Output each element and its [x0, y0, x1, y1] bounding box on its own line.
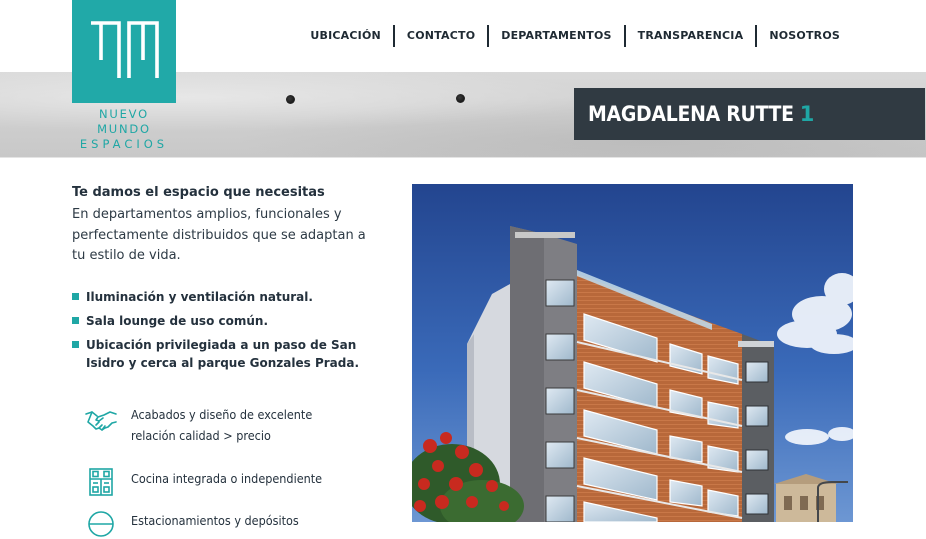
- feature-item: Sala lounge de uso común.: [72, 312, 382, 330]
- concrete-tie-hole: [456, 94, 465, 103]
- feature-text: Ubicación privilegiada a un paso de San …: [86, 338, 359, 370]
- nuevo-mundo-logo-icon: [91, 21, 159, 78]
- nav-nosotros[interactable]: NOSOTROS: [757, 25, 852, 47]
- parking-icon: [88, 511, 114, 537]
- amenity-item: Cocina integrada o independiente: [84, 467, 322, 497]
- project-title-banner: MAGDALENA RUTTE 1: [574, 88, 925, 140]
- feature-item: Ubicación privilegiada a un paso de San …: [72, 336, 382, 372]
- amenity-item: Acabados y diseño de excelente relación …: [84, 404, 312, 446]
- amenity-text-line2: relación calidad > precio: [131, 428, 271, 443]
- feature-item: Iluminación y ventilación natural.: [72, 288, 382, 306]
- building-render-illustration: [412, 184, 853, 522]
- nav-transparencia[interactable]: TRANSPARENCIA: [626, 25, 756, 47]
- kitchen-icon: [89, 468, 113, 496]
- brand-line2: ESPACIOS: [79, 137, 169, 151]
- feature-text: Sala lounge de uso común.: [86, 314, 268, 328]
- feature-text: Iluminación y ventilación natural.: [86, 290, 313, 304]
- project-name: MAGDALENA RUTTE: [588, 102, 794, 126]
- handshake-icon: [85, 411, 117, 431]
- project-number: 1: [799, 102, 815, 126]
- amenity-text-line1: Estacionamientos y depósitos: [131, 513, 299, 528]
- nav-departamentos[interactable]: DEPARTAMENTOS: [489, 25, 623, 47]
- bullet-square-icon: [72, 293, 79, 300]
- nav-contacto[interactable]: CONTACTO: [395, 25, 487, 47]
- brand-wordmark[interactable]: NUEVO MUNDO ESPACIOS: [72, 107, 176, 152]
- brand-line1: NUEVO MUNDO: [97, 107, 151, 136]
- amenity-text-line1: Acabados y diseño de excelente: [131, 407, 313, 422]
- intro-title: Te damos el espacio que necesitas: [72, 185, 325, 200]
- concrete-tie-hole: [286, 95, 295, 104]
- brand-logo[interactable]: [72, 0, 176, 103]
- building-render-image: [412, 184, 853, 522]
- amenity-text-line1: Cocina integrada o independiente: [131, 471, 323, 486]
- bullet-square-icon: [72, 341, 79, 348]
- features-list: Iluminación y ventilación natural. Sala …: [72, 288, 382, 378]
- amenity-item: Estacionamientos y depósitos: [84, 509, 299, 539]
- intro-body: En departamentos amplios, funcionales y …: [72, 207, 366, 263]
- main-nav: UBICACIÓN CONTACTO DEPARTAMENTOS TRANSPA…: [298, 25, 852, 47]
- nav-ubicacion[interactable]: UBICACIÓN: [298, 25, 393, 47]
- bullet-square-icon: [72, 317, 79, 324]
